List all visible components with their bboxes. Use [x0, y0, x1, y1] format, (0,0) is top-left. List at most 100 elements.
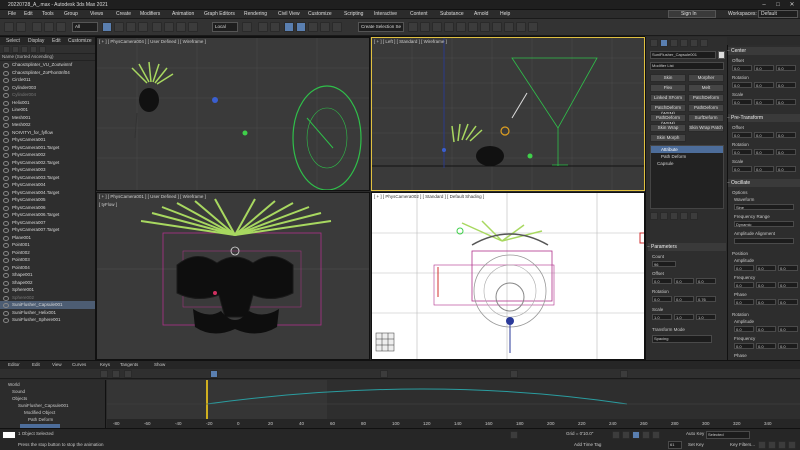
- display-tab-icon[interactable]: [690, 39, 698, 47]
- rotation-frequency-z-field[interactable]: 0.0: [778, 343, 798, 349]
- rotation-frequency-x-field[interactable]: 0.0: [734, 343, 754, 349]
- schematic-view-icon[interactable]: [480, 22, 490, 32]
- pan-icon[interactable]: [768, 441, 776, 449]
- track-menu-editor[interactable]: Editor: [8, 362, 20, 367]
- track-capsule[interactable]: SuniFlusher_Capsule001: [18, 403, 69, 408]
- render-setup-icon[interactable]: [504, 22, 514, 32]
- viewport-label[interactable]: [ + ] [ PhysCamera004 ] [ User Defined ]…: [99, 39, 206, 44]
- menu-modifiers[interactable]: Modifiers: [140, 11, 160, 17]
- current-frame-field[interactable]: 61: [668, 441, 682, 449]
- select-object-icon[interactable]: [102, 22, 112, 32]
- menu-scripting[interactable]: Scripting: [344, 11, 363, 17]
- track-world[interactable]: World: [8, 382, 20, 387]
- utilities-tab-icon[interactable]: [700, 39, 708, 47]
- goto-start-icon[interactable]: [612, 431, 620, 439]
- object-name-field[interactable]: SuniFlusher_Capsule001: [650, 51, 716, 59]
- scene-list-item[interactable]: SuniFlusher_Sphere001: [0, 316, 95, 324]
- position-frequency-z-field[interactable]: 0.0: [778, 282, 798, 288]
- pin-stack-icon[interactable]: [650, 212, 658, 220]
- track-objects[interactable]: Objects: [12, 396, 27, 401]
- scene-list-item[interactable]: Plane001: [0, 234, 95, 242]
- track-path-deform[interactable]: Path Deform: [28, 417, 53, 422]
- offset-y-field[interactable]: 0.0: [674, 278, 694, 284]
- position-frequency-x-field[interactable]: 0.0: [734, 282, 754, 288]
- toggle-layer-explorer-icon[interactable]: [444, 22, 454, 32]
- scene-list-item[interactable]: Shape002: [0, 279, 95, 287]
- tab-edit[interactable]: Edit: [52, 38, 61, 44]
- menu-animation[interactable]: Animation: [172, 11, 194, 17]
- render-production-icon[interactable]: [528, 22, 538, 32]
- track-menu-edit[interactable]: Edit: [32, 362, 40, 367]
- position-amplitude-x-field[interactable]: 0.0: [734, 265, 754, 271]
- scene-list-item[interactable]: PhysCamera002.Target: [0, 159, 95, 167]
- orbit-icon[interactable]: [778, 441, 786, 449]
- play-icon[interactable]: [632, 431, 640, 439]
- modifier-button-melt[interactable]: Melt: [688, 84, 724, 92]
- scene-list-header[interactable]: Name (Sorted Ascending): [0, 54, 95, 61]
- rotation-x-field[interactable]: 0.0: [652, 296, 672, 302]
- rendered-frame-window-icon[interactable]: [516, 22, 526, 32]
- scene-list-item[interactable]: Cylinder004: [0, 91, 95, 99]
- lock-selection-icon[interactable]: [510, 370, 518, 378]
- scene-list-item[interactable]: ChaosSplinter_ZoPhontInf04: [0, 69, 95, 77]
- bind-spacewarp-icon[interactable]: [56, 22, 66, 32]
- menu-substance[interactable]: Substance: [440, 11, 464, 17]
- scene-list-item[interactable]: PhysCamera006: [0, 204, 95, 212]
- filter-cameras-icon[interactable]: [30, 46, 37, 53]
- mirror-icon[interactable]: [408, 22, 418, 32]
- create-tab-icon[interactable]: [650, 39, 658, 47]
- scene-list-item[interactable]: Circle011: [0, 76, 95, 84]
- link-icon[interactable]: [32, 22, 42, 32]
- scene-list-item[interactable]: NOIVITYI_for_fyflow: [0, 129, 95, 137]
- toggle-scene-explorer-icon[interactable]: [432, 22, 442, 32]
- menu-civil-view[interactable]: Civil View: [278, 11, 300, 17]
- track-menu-curves[interactable]: Curves: [72, 362, 86, 367]
- track-menu-view[interactable]: View: [52, 362, 62, 367]
- object-color-swatch[interactable]: [718, 51, 725, 59]
- modifier-list-dropdown[interactable]: Modifier List: [650, 62, 724, 70]
- pre-scale-y-field[interactable]: 0.0: [754, 166, 774, 172]
- amplitude-alignment-dropdown[interactable]: [734, 238, 794, 244]
- auto-key-button[interactable]: Auto Key: [686, 431, 704, 436]
- center-offset-x-field[interactable]: 0.0: [732, 65, 752, 71]
- modifier-button-skin-wrap-patch[interactable]: Skin Wrap Patch: [688, 124, 724, 132]
- center-scale-z-field[interactable]: 0.0: [776, 99, 796, 105]
- center-offset-y-field[interactable]: 0.0: [754, 65, 774, 71]
- prev-frame-icon[interactable]: [622, 431, 630, 439]
- sign-in-button[interactable]: Sign In: [668, 10, 716, 18]
- unlink-icon[interactable]: [44, 22, 54, 32]
- menu-create[interactable]: Create: [116, 11, 131, 17]
- goto-end-icon[interactable]: [652, 431, 660, 439]
- maxscript-listener-icon[interactable]: [2, 431, 16, 439]
- scene-list-item[interactable]: PhysCamera004.Target: [0, 189, 95, 197]
- pre-rotation-y-field[interactable]: 0.0: [754, 149, 774, 155]
- menu-interactive[interactable]: Interactive: [374, 11, 397, 17]
- set-key-button[interactable]: Set Key: [688, 442, 704, 447]
- scene-list-item[interactable]: Shape001: [0, 271, 95, 279]
- tab-display[interactable]: Display: [28, 38, 44, 44]
- scale-x-field[interactable]: 1.0: [652, 314, 672, 320]
- scene-list-item[interactable]: PhysCamera007.Target: [0, 226, 95, 234]
- selected-key-dropdown[interactable]: Selected: [706, 431, 750, 439]
- scene-list-item[interactable]: Sphere001: [0, 286, 95, 294]
- scene-list-item[interactable]: PhysCamera001: [0, 136, 95, 144]
- count-field[interactable]: 96: [652, 261, 676, 267]
- menu-help[interactable]: Help: [500, 11, 510, 17]
- filter-shapes-icon[interactable]: [12, 46, 19, 53]
- curve-editor-icon[interactable]: [468, 22, 478, 32]
- pre-scale-z-field[interactable]: 0.0: [776, 166, 796, 172]
- key-filters-button[interactable]: Key Filters...: [730, 442, 755, 447]
- modifier-button-surfdeform[interactable]: SurfDeform: [688, 114, 724, 122]
- move-keys-icon[interactable]: [112, 370, 120, 378]
- track-menu-show[interactable]: Show: [154, 362, 165, 367]
- move-icon[interactable]: [152, 22, 162, 32]
- scene-list-item[interactable]: SuniFlusher_Helix001: [0, 309, 95, 317]
- minimize-button[interactable]: –: [758, 1, 770, 9]
- menu-group[interactable]: Group: [64, 11, 78, 17]
- stack-item-capsule[interactable]: Capsule: [651, 160, 723, 167]
- modifier-button-patchdeform-wsm[interactable]: PatchDeform (WSM): [650, 104, 686, 116]
- parameters-rollout-header[interactable]: Parameters: [647, 243, 726, 251]
- make-unique-icon[interactable]: [670, 212, 678, 220]
- reference-coord-dropdown[interactable]: Local: [212, 22, 238, 32]
- menu-customize[interactable]: Customize: [308, 11, 332, 17]
